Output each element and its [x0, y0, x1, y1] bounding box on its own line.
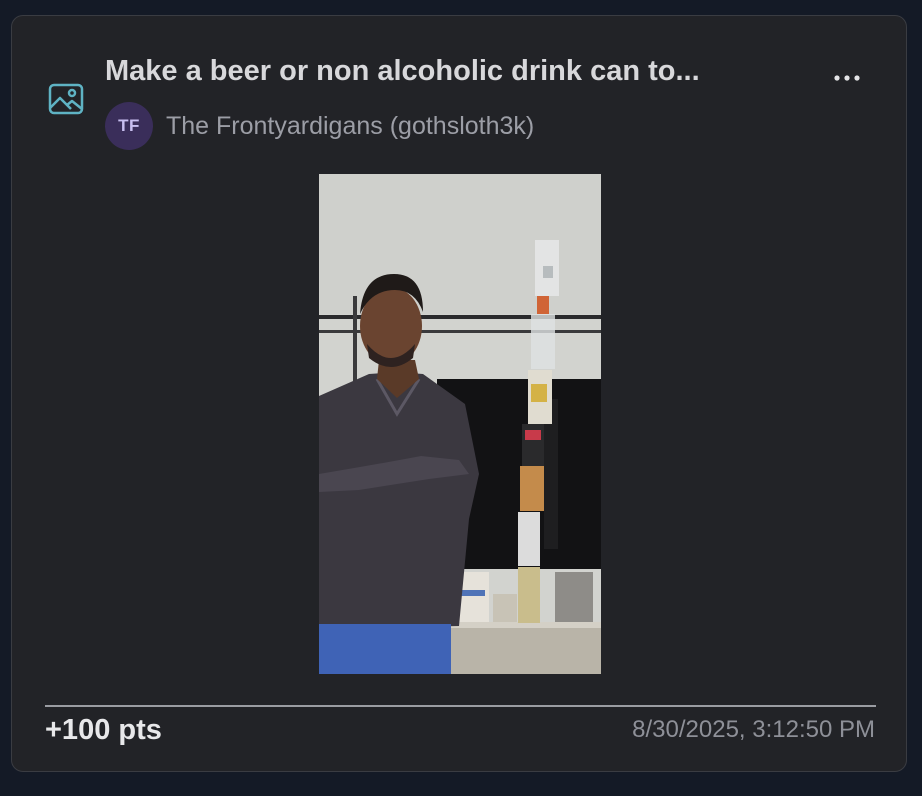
post-photo[interactable]: [319, 174, 601, 674]
image-icon: [47, 80, 85, 118]
post-card[interactable]: Make a beer or non alcoholic drink can t…: [11, 15, 907, 772]
divider: [45, 705, 876, 707]
post-title[interactable]: Make a beer or non alcoholic drink can t…: [105, 55, 700, 88]
more-horizontal-icon: [833, 69, 861, 87]
post-timestamp: 8/30/2025, 3:12:50 PM: [632, 716, 875, 743]
points-badge: +100 pts: [45, 714, 162, 746]
avatar[interactable]: TF: [105, 102, 153, 150]
author-name[interactable]: The Frontyardigans (gothsloth3k): [166, 112, 534, 141]
more-options-button[interactable]: [829, 60, 865, 96]
